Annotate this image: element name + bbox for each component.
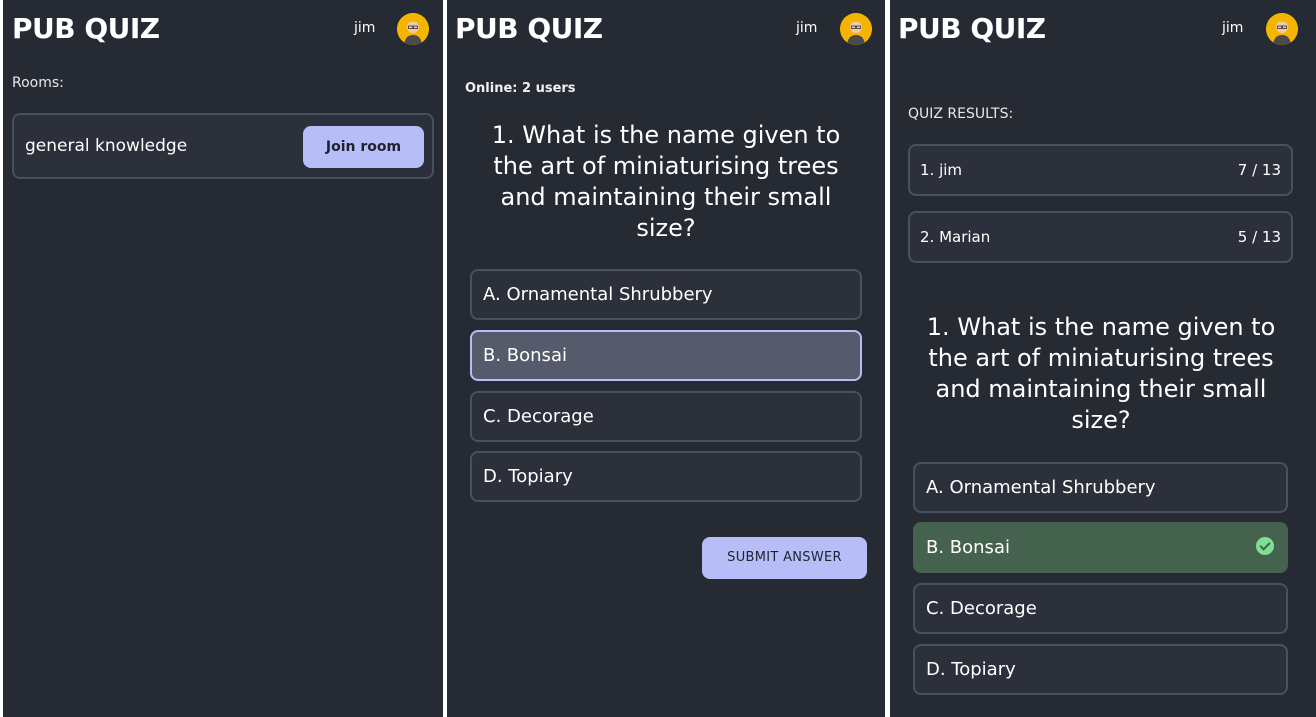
answer-option-label: B. Bonsai — [926, 537, 1010, 558]
join-room-button[interactable]: Join room — [303, 126, 424, 168]
username: jim — [354, 20, 376, 36]
answer-option-a: A. Ornamental Shrubbery — [913, 462, 1288, 513]
results-panel: PUB QUIZ jim QUIZ RESULTS: 1. jim 7 / 13… — [890, 0, 1316, 717]
check-circle-icon — [1256, 537, 1274, 555]
answer-option-b[interactable]: B. Bonsai — [470, 330, 862, 381]
app-title: PUB QUIZ — [898, 12, 1046, 45]
rooms-label: Rooms: — [12, 75, 64, 91]
username: jim — [796, 20, 818, 36]
user-avatar-icon[interactable] — [397, 13, 429, 45]
answer-option-b-correct: B. Bonsai — [913, 522, 1288, 573]
result-score: 7 / 13 — [1237, 161, 1281, 179]
app-title: PUB QUIZ — [12, 12, 160, 45]
username: jim — [1222, 20, 1244, 36]
room-card: general knowledge Join room — [12, 113, 434, 179]
submit-answer-button[interactable]: SUBMIT ANSWER — [702, 537, 867, 579]
avatar-image — [397, 13, 429, 45]
question-text: 1. What is the name given to the art of … — [926, 313, 1276, 434]
user-avatar-icon[interactable] — [1266, 13, 1298, 45]
result-player-name: 1. jim — [920, 161, 963, 179]
lobby-panel: PUB QUIZ jim Rooms: general knowledge Jo… — [3, 0, 443, 717]
result-score: 5 / 13 — [1237, 228, 1281, 246]
quiz-results-label: QUIZ RESULTS: — [908, 106, 1014, 122]
avatar-image — [1266, 13, 1298, 45]
room-name: general knowledge — [25, 136, 188, 156]
avatar-image — [840, 13, 872, 45]
answer-option-d[interactable]: D. Topiary — [470, 451, 862, 502]
question-panel: PUB QUIZ jim Online: 2 users 1. What is … — [447, 0, 885, 717]
result-player-name: 2. Marian — [920, 228, 991, 246]
result-row: 1. jim 7 / 13 — [908, 144, 1293, 196]
answer-option-c[interactable]: C. Decorage — [470, 391, 862, 442]
app-title: PUB QUIZ — [455, 12, 603, 45]
online-users-count: Online: 2 users — [465, 81, 576, 96]
result-row: 2. Marian 5 / 13 — [908, 211, 1293, 263]
question-text: 1. What is the name given to the art of … — [491, 121, 841, 242]
answer-option-a[interactable]: A. Ornamental Shrubbery — [470, 269, 862, 320]
answer-option-c: C. Decorage — [913, 583, 1288, 634]
answer-option-d: D. Topiary — [913, 644, 1288, 695]
user-avatar-icon[interactable] — [840, 13, 872, 45]
